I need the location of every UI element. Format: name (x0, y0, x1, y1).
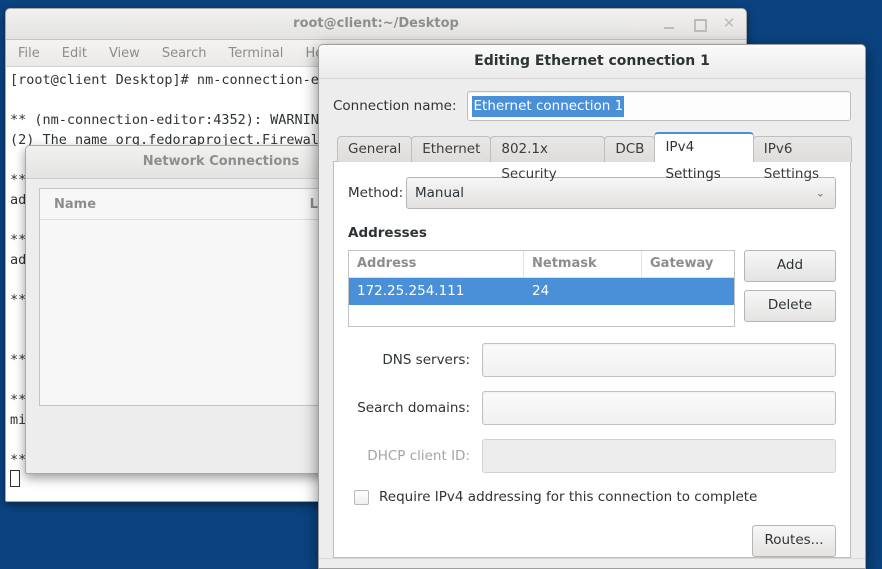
delete-address-button[interactable]: Delete (744, 290, 836, 322)
minimize-icon[interactable] (662, 17, 676, 31)
dns-servers-input[interactable] (482, 343, 836, 377)
method-label: Method: (348, 185, 406, 201)
routes-row: Routes... (348, 525, 836, 557)
search-domains-row: Search domains: (348, 391, 836, 425)
add-address-button[interactable]: Add (744, 250, 836, 282)
dhcp-client-id-input (482, 439, 836, 473)
dhcp-client-id-label: DHCP client ID: (348, 448, 482, 464)
column-header-gateway[interactable]: Gateway (642, 251, 734, 277)
require-ipv4-checkbox[interactable] (354, 490, 369, 505)
ipv4-settings-panel: Method: Manual ⌄ Addresses Address Netma… (333, 161, 851, 558)
method-value: Manual (415, 185, 464, 201)
dialog-title: Editing Ethernet connection 1 (319, 45, 865, 78)
dns-servers-label: DNS servers: (348, 352, 482, 368)
menu-file[interactable]: File (18, 46, 40, 61)
addresses-table[interactable]: Address Netmask Gateway 172.25.254.111 2… (348, 250, 735, 327)
tab-dcb[interactable]: DCB (604, 136, 655, 162)
maximize-icon[interactable] (692, 17, 706, 31)
menu-search[interactable]: Search (162, 46, 207, 61)
edit-connection-dialog: Editing Ethernet connection 1 Connection… (318, 44, 866, 569)
menu-edit[interactable]: Edit (62, 46, 87, 61)
routes-button[interactable]: Routes... (752, 525, 836, 557)
menu-terminal[interactable]: Terminal (228, 46, 283, 61)
menu-view[interactable]: View (109, 46, 140, 61)
terminal-cursor (10, 470, 20, 487)
tab-general[interactable]: General (337, 136, 412, 162)
connection-name-row: Connection name: Ethernet connection 1 (333, 91, 851, 121)
addresses-block: Address Netmask Gateway 172.25.254.111 2… (348, 250, 836, 327)
addresses-table-header: Address Netmask Gateway (349, 251, 734, 278)
cell-address: 172.25.254.111 (349, 278, 524, 305)
tab-8021x-security[interactable]: 802.1x Security (490, 136, 605, 162)
column-header-address[interactable]: Address (349, 251, 524, 277)
table-row[interactable]: 172.25.254.111 24 (349, 278, 734, 305)
cell-netmask: 24 (524, 278, 642, 305)
close-icon[interactable]: ✕ (722, 17, 736, 31)
dhcp-client-id-row: DHCP client ID: (348, 439, 836, 473)
connection-name-input[interactable]: Ethernet connection 1 (467, 91, 851, 121)
tab-ipv4-settings[interactable]: IPv4 Settings (654, 132, 753, 162)
terminal-title: root@client:~/Desktop (6, 9, 746, 39)
cell-gateway (642, 278, 734, 305)
dialog-action-bar: Cancel Save... (319, 558, 865, 569)
dialog-content: Connection name: Ethernet connection 1 G… (319, 79, 865, 558)
addresses-buttons: Add Delete (744, 250, 836, 327)
settings-tabbar: General Ethernet 802.1x Security DCB IPv… (333, 133, 851, 162)
desktop-background: root@client:~/Desktop ✕ File Edit View S… (0, 0, 882, 567)
require-ipv4-row[interactable]: Require IPv4 addressing for this connect… (354, 489, 836, 505)
dialog-titlebar[interactable]: Editing Ethernet connection 1 (319, 45, 865, 79)
terminal-titlebar[interactable]: root@client:~/Desktop ✕ (6, 9, 746, 40)
connection-name-label: Connection name: (333, 98, 457, 114)
require-ipv4-label: Require IPv4 addressing for this connect… (379, 489, 757, 505)
connection-name-value: Ethernet connection 1 (472, 96, 625, 117)
tab-ethernet[interactable]: Ethernet (411, 136, 491, 162)
chevron-down-icon: ⌄ (816, 187, 825, 200)
terminal-window-controls: ✕ (662, 9, 736, 39)
tab-ipv6-settings[interactable]: IPv6 Settings (753, 136, 852, 162)
column-header-name[interactable]: Name (40, 197, 310, 212)
dns-servers-row: DNS servers: (348, 343, 836, 377)
addresses-heading: Addresses (348, 225, 836, 241)
method-row: Method: Manual ⌄ (348, 177, 836, 209)
search-domains-label: Search domains: (348, 400, 482, 416)
search-domains-input[interactable] (482, 391, 836, 425)
column-header-netmask[interactable]: Netmask (524, 251, 642, 277)
